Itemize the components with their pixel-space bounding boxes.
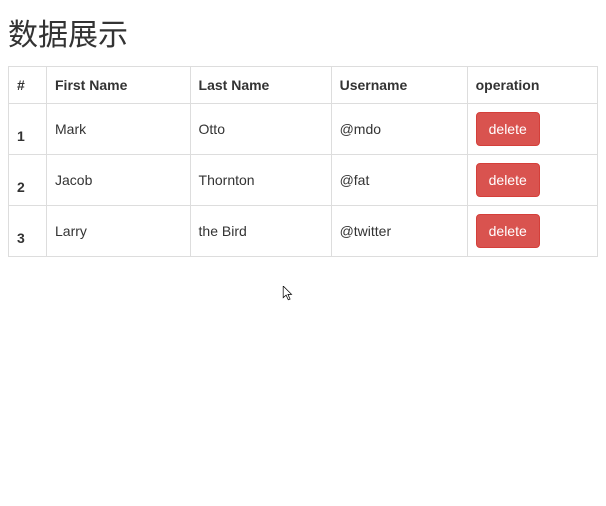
table-row: 3 Larry the Bird @twitter delete bbox=[9, 206, 598, 257]
cell-username: @mdo bbox=[331, 104, 467, 155]
cell-username: @fat bbox=[331, 155, 467, 206]
cell-operation: delete bbox=[467, 155, 597, 206]
col-header-index: # bbox=[9, 67, 47, 104]
delete-button[interactable]: delete bbox=[476, 112, 540, 146]
row-index: 3 bbox=[9, 206, 47, 257]
row-index: 2 bbox=[9, 155, 47, 206]
delete-button[interactable]: delete bbox=[476, 163, 540, 197]
row-index: 1 bbox=[9, 104, 47, 155]
table-header-row: # First Name Last Name Username operatio… bbox=[9, 67, 598, 104]
col-header-first-name: First Name bbox=[47, 67, 191, 104]
cell-last-name: Thornton bbox=[190, 155, 331, 206]
col-header-last-name: Last Name bbox=[190, 67, 331, 104]
cell-username: @twitter bbox=[331, 206, 467, 257]
page-title: 数据展示 bbox=[8, 10, 598, 54]
cell-first-name: Larry bbox=[47, 206, 191, 257]
cell-operation: delete bbox=[467, 206, 597, 257]
cell-first-name: Jacob bbox=[47, 155, 191, 206]
table-row: 2 Jacob Thornton @fat delete bbox=[9, 155, 598, 206]
table-row: 1 Mark Otto @mdo delete bbox=[9, 104, 598, 155]
cell-first-name: Mark bbox=[47, 104, 191, 155]
col-header-username: Username bbox=[331, 67, 467, 104]
col-header-operation: operation bbox=[467, 67, 597, 104]
data-table: # First Name Last Name Username operatio… bbox=[8, 66, 598, 257]
cell-last-name: the Bird bbox=[190, 206, 331, 257]
cursor-icon bbox=[281, 286, 297, 302]
cell-last-name: Otto bbox=[190, 104, 331, 155]
cell-operation: delete bbox=[467, 104, 597, 155]
delete-button[interactable]: delete bbox=[476, 214, 540, 248]
